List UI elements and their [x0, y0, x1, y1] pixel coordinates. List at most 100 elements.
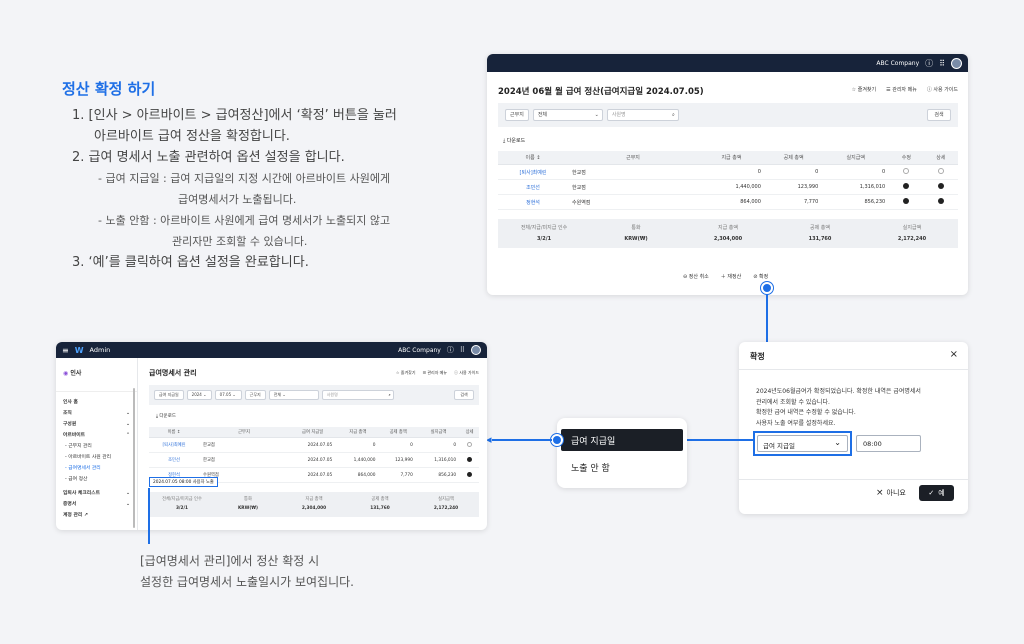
apps-grid-icon[interactable]: ⠿: [939, 59, 945, 68]
help-icon[interactable]: ⓘ: [925, 58, 933, 69]
sidebar-item-certificate[interactable]: 증명서 ⌄: [63, 499, 130, 510]
search-button[interactable]: 검색: [454, 390, 474, 400]
table-row: [퇴사]최예린 한교점 2024.07.05 0 0 0: [149, 437, 479, 453]
logo-icon: W: [74, 345, 84, 355]
workplace-cell: 한교점: [568, 164, 698, 180]
check-icon: ✓: [928, 489, 935, 497]
close-icon[interactable]: ×: [950, 349, 958, 360]
confirm-button[interactable]: ⊘ 확정: [753, 273, 768, 280]
dialog-title: 확정: [750, 352, 765, 361]
sidebar-item-settlement[interactable]: - 급여 정산: [63, 474, 130, 485]
employee-name-link[interactable]: 정현석: [498, 194, 568, 210]
employee-name-link[interactable]: [퇴사]최예린: [498, 164, 568, 180]
workplace-label: 근무지: [244, 390, 266, 400]
favorites-link[interactable]: ☆ 즐겨찾기: [852, 86, 876, 93]
workplace-select[interactable]: 전체 ⌄: [268, 390, 319, 400]
date-type-select[interactable]: 급여 지급일: [154, 390, 184, 400]
cancel-settlement-button[interactable]: ⊖ 정산 취소: [683, 273, 709, 280]
chevron-down-icon: ⌄: [834, 438, 841, 447]
step-1: 1. [인사 > 아르바이트 > 급여정산]에서 ‘확정’ 버튼을 눌러: [72, 108, 397, 123]
connector-line: [148, 488, 150, 544]
col-net: 실지급액: [822, 151, 890, 165]
employee-name-link[interactable]: 조민선: [498, 179, 568, 195]
workplace-cell: 한교점: [568, 179, 698, 195]
col-name[interactable]: 이름 ↕: [498, 151, 568, 165]
detail-icon[interactable]: [467, 456, 473, 462]
table-row: [퇴사]최예린 한교점 0 0 0: [498, 164, 958, 180]
sidebar-item-home[interactable]: 인사 홈: [63, 397, 130, 408]
detail-icon[interactable]: [937, 168, 944, 174]
sidebar-item-members[interactable]: 구성원 ⌄: [63, 419, 130, 430]
step-2-sub-2: - 노출 안함 : 아르바이트 사원에게 급여 명세서가 노출되지 않고: [98, 214, 391, 227]
deduct-cell: 123,990: [764, 179, 823, 195]
employee-name-link[interactable]: [퇴사]최예린: [149, 437, 199, 453]
step-1-cont: 아르바이트 급여 정산을 확정합니다.: [94, 129, 290, 144]
col-deduct: 공제 총액: [764, 151, 823, 165]
dropdown-popup: 급여 지급일 노출 안 함: [557, 418, 687, 488]
caption-line-1: [급여명세서 관리]에서 정산 확정 시: [140, 554, 320, 568]
time-input[interactable]: 08:00: [856, 435, 921, 452]
sidebar-scrollbar[interactable]: [133, 388, 135, 528]
detail-icon[interactable]: [467, 471, 473, 477]
help-icon[interactable]: ⓘ: [447, 345, 454, 355]
net-cell: 856,230: [416, 467, 461, 483]
guide-link[interactable]: ⓘ 사용 가이드: [927, 86, 958, 93]
detail-icon[interactable]: [937, 198, 944, 204]
admin-menu-link[interactable]: ☰ 관리자 메뉴: [886, 86, 917, 93]
no-button[interactable]: × 아니요: [876, 488, 906, 498]
sidebar-item-org[interactable]: 조직 ⌄: [63, 408, 130, 419]
admin-menu-link[interactable]: ☰ 관리자 메뉴: [423, 370, 448, 376]
col-name[interactable]: 이름 ↕: [149, 427, 199, 438]
sidebar: ◉ 인사 인사 홈 조직 ⌄ 구성원 ⌄ 아르바이트 ⌃ - 근무지 관리 - 아르바…: [56, 358, 138, 530]
deduct-cell: 7,770: [379, 467, 417, 483]
employee-name-link[interactable]: 조민선: [149, 452, 199, 468]
col-detail: 상세: [460, 427, 479, 438]
sidebar-section[interactable]: ◉ 인사: [56, 358, 137, 387]
name-search-input[interactable]: 사원명 ⌕: [321, 390, 394, 400]
sidebar-item-staff[interactable]: - 아르바이트 사원 관리: [63, 452, 130, 463]
workplace-cell: 수원역점: [568, 194, 698, 210]
table-row: 조민선 한교점 2024.07.05 1,440,000 123,990 1,3…: [149, 452, 479, 468]
detail-icon[interactable]: [937, 183, 944, 189]
date-cell: 2024.07.05: [289, 467, 337, 483]
year-select[interactable]: 2024 ⌄: [186, 390, 212, 400]
net-cell: 0: [822, 164, 890, 180]
net-cell: 1,316,010: [822, 179, 890, 195]
page-title: 2024년 06월 월 급여 정산(급여지급일 2024.07.05): [498, 87, 704, 97]
company-name[interactable]: ABC Company: [398, 347, 441, 354]
dropdown-option-hidden[interactable]: 노출 안 함: [571, 461, 610, 474]
avatar[interactable]: [471, 345, 481, 355]
sidebar-item-workplace[interactable]: - 근무지 관리: [63, 441, 130, 452]
sidebar-item-parttime[interactable]: 아르바이트 ⌃: [63, 430, 130, 441]
apps-grid-icon[interactable]: ⠿: [460, 346, 465, 354]
yes-button[interactable]: ✓ 예: [919, 485, 954, 501]
pay-cell: 864,000: [698, 194, 765, 210]
download-button[interactable]: ⤓ 다운로드: [503, 137, 525, 144]
sidebar-item-checklist[interactable]: 입퇴사 체크리스트 ⌄: [63, 488, 130, 499]
sidebar-item-account[interactable]: 계정 관리 ↗: [63, 510, 130, 521]
step-2-sub-2-cont: 관리자만 조회할 수 있습니다.: [172, 235, 308, 248]
favorites-link[interactable]: ☆ 즐겨찾기: [396, 370, 416, 376]
menu-icon[interactable]: ≡: [62, 346, 69, 355]
sidebar-item-payslip[interactable]: - 급여명세서 관리: [63, 463, 130, 474]
company-name[interactable]: ABC Company: [876, 60, 919, 67]
date-cell: 2024.07.05: [289, 437, 337, 453]
avatar[interactable]: [951, 57, 962, 69]
net-cell: 856,230: [822, 194, 890, 210]
detail-icon[interactable]: [467, 441, 473, 447]
exposure-select[interactable]: 급여 지급일 ⌄: [757, 435, 848, 452]
date-select[interactable]: 07.05 ⌄: [214, 390, 242, 400]
guide-link[interactable]: ⓘ 사용 가이드: [454, 370, 479, 376]
dropdown-option-pay-date[interactable]: 급여 지급일: [561, 429, 683, 451]
workplace-select[interactable]: 전체 ⌄: [532, 109, 603, 121]
name-search-input[interactable]: 사원명 ⌕: [606, 109, 679, 121]
download-button[interactable]: ⤓ 다운로드: [156, 413, 176, 419]
edit-icon[interactable]: [903, 198, 910, 204]
edit-icon[interactable]: [903, 183, 910, 189]
table-row: 조민선 한교점 1,440,000 123,990 1,316,010: [498, 179, 958, 195]
search-button[interactable]: 검색: [927, 109, 951, 121]
settlement-window: ABC Company ⓘ ⠿ 2024년 06월 월 급여 정산(급여지급일 …: [487, 54, 968, 295]
recalculate-button[interactable]: ＋ 재정산: [721, 273, 741, 280]
chevron-up-icon: ⌃: [125, 433, 130, 438]
edit-icon[interactable]: [903, 168, 910, 174]
